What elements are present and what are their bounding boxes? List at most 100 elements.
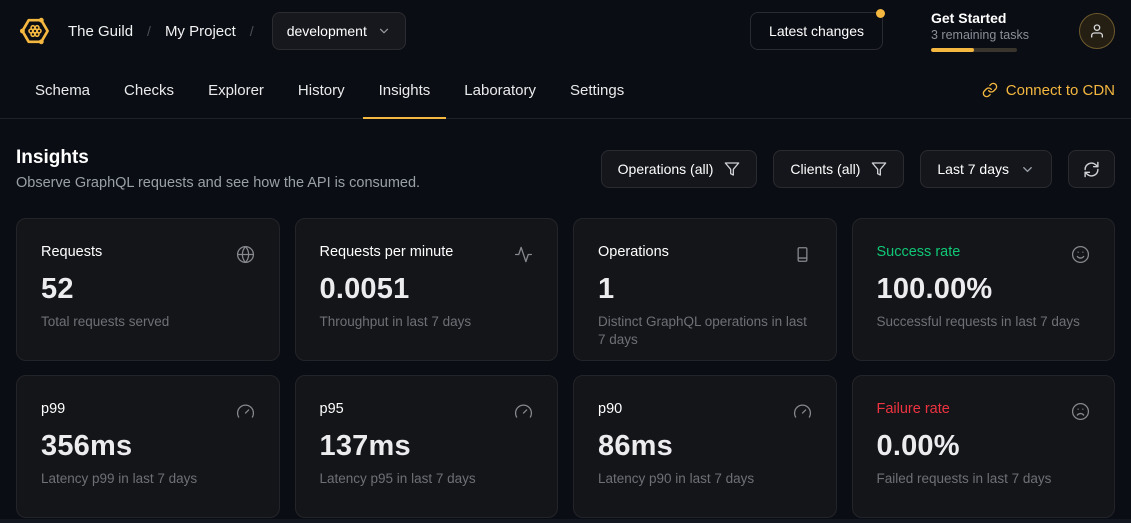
metric-card-p99: p99 356ms Latency p99 in last 7 days (16, 375, 280, 518)
card-value: 0.00% (877, 430, 1091, 463)
get-started-title: Get Started (931, 10, 1021, 26)
connect-to-cdn-label: Connect to CDN (1006, 82, 1115, 99)
smile-icon (1071, 245, 1090, 264)
card-label: Requests (41, 244, 102, 260)
frown-icon (1071, 402, 1090, 421)
latest-changes-label: Latest changes (769, 23, 864, 39)
notification-dot-icon (876, 9, 885, 18)
get-started-progress-bar (931, 48, 1017, 52)
breadcrumb-org[interactable]: The Guild (68, 23, 133, 40)
tab-laboratory[interactable]: Laboratory (448, 62, 552, 118)
card-header: p90 (598, 401, 812, 421)
tab-history[interactable]: History (282, 62, 361, 118)
breadcrumb: The Guild / My Project / development (16, 12, 406, 50)
filter-funnel-icon (871, 161, 887, 177)
metric-card-requests: Requests 52 Total requests served (16, 218, 280, 361)
card-header: Success rate (877, 244, 1091, 264)
nav-tab-list: SchemaChecksExplorerHistoryInsightsLabor… (18, 62, 641, 118)
clients-filter-button[interactable]: Clients (all) (773, 150, 904, 188)
connect-to-cdn-link[interactable]: Connect to CDN (982, 62, 1115, 118)
refresh-icon (1083, 161, 1100, 178)
top-header: The Guild / My Project / development Lat… (0, 0, 1131, 62)
target-selector-value: development (287, 23, 367, 39)
operations-filter-label: Operations (all) (618, 161, 714, 177)
page-title-block: Insights Observe GraphQL requests and se… (16, 147, 420, 191)
card-label: Success rate (877, 244, 961, 260)
user-icon (1089, 23, 1105, 39)
card-description: Successful requests in last 7 days (877, 313, 1091, 331)
card-value: 1 (598, 273, 812, 306)
activity-icon (514, 245, 533, 264)
metric-card-success-rate: Success rate 100.00% Successful requests i… (852, 218, 1116, 361)
card-label: Requests per minute (320, 244, 454, 260)
card-description: Throughput in last 7 days (320, 313, 534, 331)
period-select[interactable]: Last 7 days (920, 150, 1052, 188)
chevron-down-icon (377, 24, 391, 38)
link-icon (982, 82, 998, 98)
refresh-button[interactable] (1068, 150, 1115, 188)
card-value: 52 (41, 273, 255, 306)
gauge-icon (793, 402, 812, 421)
filter-funnel-icon (724, 161, 740, 177)
bottom-divider (0, 519, 1131, 523)
tab-explorer[interactable]: Explorer (192, 62, 280, 118)
card-description: Total requests served (41, 313, 255, 331)
filters-toolbar: Operations (all) Clients (all) Last 7 da… (601, 150, 1115, 188)
page-title: Insights (16, 147, 420, 169)
globe-icon (236, 245, 255, 264)
card-value: 100.00% (877, 273, 1091, 306)
get-started-progress-fill (931, 48, 974, 52)
metric-card-p95: p95 137ms Latency p95 in last 7 days (295, 375, 559, 518)
card-header: Failure rate (877, 401, 1091, 421)
breadcrumb-project[interactable]: My Project (165, 23, 236, 40)
tab-checks[interactable]: Checks (108, 62, 190, 118)
card-description: Latency p90 in last 7 days (598, 470, 812, 488)
get-started-widget[interactable]: Get Started 3 remaining tasks (931, 10, 1021, 52)
card-label: p99 (41, 401, 65, 417)
card-value: 86ms (598, 430, 812, 463)
card-header: Requests (41, 244, 255, 264)
chevron-down-icon (1020, 162, 1035, 177)
card-description: Latency p99 in last 7 days (41, 470, 255, 488)
card-value: 0.0051 (320, 273, 534, 306)
card-label: Failure rate (877, 401, 950, 417)
period-select-value: Last 7 days (937, 161, 1009, 177)
card-description: Failed requests in last 7 days (877, 470, 1091, 488)
get-started-subtitle: 3 remaining tasks (931, 28, 1021, 42)
metric-card-operations: Operations 1 Distinct GraphQL operations i… (573, 218, 837, 361)
page-subtitle: Observe GraphQL requests and see how the… (16, 175, 420, 191)
tab-insights[interactable]: Insights (363, 62, 447, 118)
card-label: p95 (320, 401, 344, 417)
avatar[interactable] (1079, 13, 1115, 49)
card-header: Requests per minute (320, 244, 534, 264)
hive-logo-icon[interactable] (16, 12, 54, 50)
insights-page: Insights Observe GraphQL requests and se… (0, 119, 1131, 518)
page-head: Insights Observe GraphQL requests and se… (16, 147, 1115, 191)
card-description: Distinct GraphQL operations in last 7 da… (598, 313, 812, 349)
metric-cards-grid: Requests52Total requests servedRequests … (16, 218, 1115, 518)
clients-filter-label: Clients (all) (790, 161, 860, 177)
tab-settings[interactable]: Settings (554, 62, 640, 118)
card-description: Latency p95 in last 7 days (320, 470, 534, 488)
card-label: Operations (598, 244, 669, 260)
card-header: p95 (320, 401, 534, 421)
header-actions: Latest changes Get Started 3 remaining t… (750, 10, 1115, 52)
metric-card-requests-per-minute: Requests per minute 0.0051 Throughput in l… (295, 218, 559, 361)
breadcrumb-separator: / (250, 23, 254, 39)
tab-schema[interactable]: Schema (19, 62, 106, 118)
target-selector[interactable]: development (272, 12, 406, 50)
card-value: 356ms (41, 430, 255, 463)
card-header: p99 (41, 401, 255, 421)
card-header: Operations (598, 244, 812, 264)
operations-filter-button[interactable]: Operations (all) (601, 150, 758, 188)
main-nav: SchemaChecksExplorerHistoryInsightsLabor… (0, 62, 1131, 119)
card-label: p90 (598, 401, 622, 417)
breadcrumb-separator: / (147, 23, 151, 39)
gauge-icon (514, 402, 533, 421)
card-value: 137ms (320, 430, 534, 463)
latest-changes-button[interactable]: Latest changes (750, 12, 883, 50)
book-icon (793, 245, 812, 264)
metric-card-p90: p90 86ms Latency p90 in last 7 days (573, 375, 837, 518)
gauge-icon (236, 402, 255, 421)
metric-card-failure-rate: Failure rate 0.00% Failed requests in last… (852, 375, 1116, 518)
